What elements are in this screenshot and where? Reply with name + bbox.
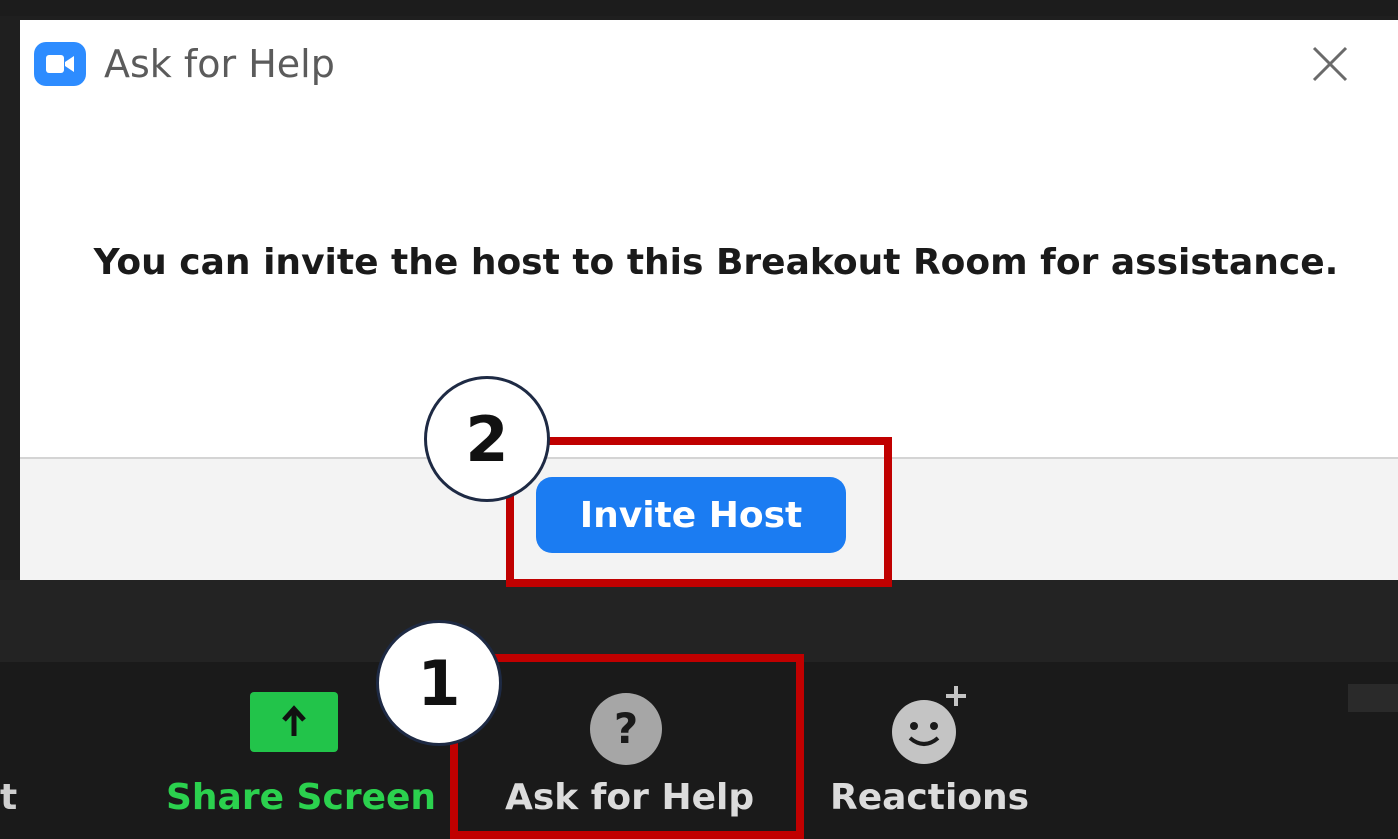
smiley-plus-icon[interactable] — [888, 684, 972, 768]
toolbar-edge — [1348, 684, 1398, 712]
annotation-box-ask-for-help — [450, 654, 804, 839]
annotation-step-2-badge: 2 — [424, 376, 550, 502]
window-frame-top — [0, 0, 1398, 16]
annotation-step-1-badge: 1 — [376, 620, 502, 746]
annotation-box-invite-host — [506, 437, 892, 587]
close-icon[interactable] — [1308, 42, 1352, 86]
dialog-title: Ask for Help — [104, 42, 335, 86]
zoom-camera-icon — [34, 42, 86, 86]
meeting-area-strip — [0, 580, 1398, 662]
zoom-screen: Ask for Help You can invite the host to … — [0, 0, 1398, 839]
dialog-titlebar: Ask for Help — [20, 20, 1398, 110]
share-screen-button[interactable]: Share Screen — [166, 777, 436, 818]
reactions-button[interactable]: Reactions — [830, 777, 1029, 818]
dialog-message: You can invite the host to this Breakout… — [93, 242, 1339, 283]
share-screen-arrow-icon[interactable] — [250, 692, 338, 752]
toolbar-partial-label: t — [0, 777, 18, 818]
